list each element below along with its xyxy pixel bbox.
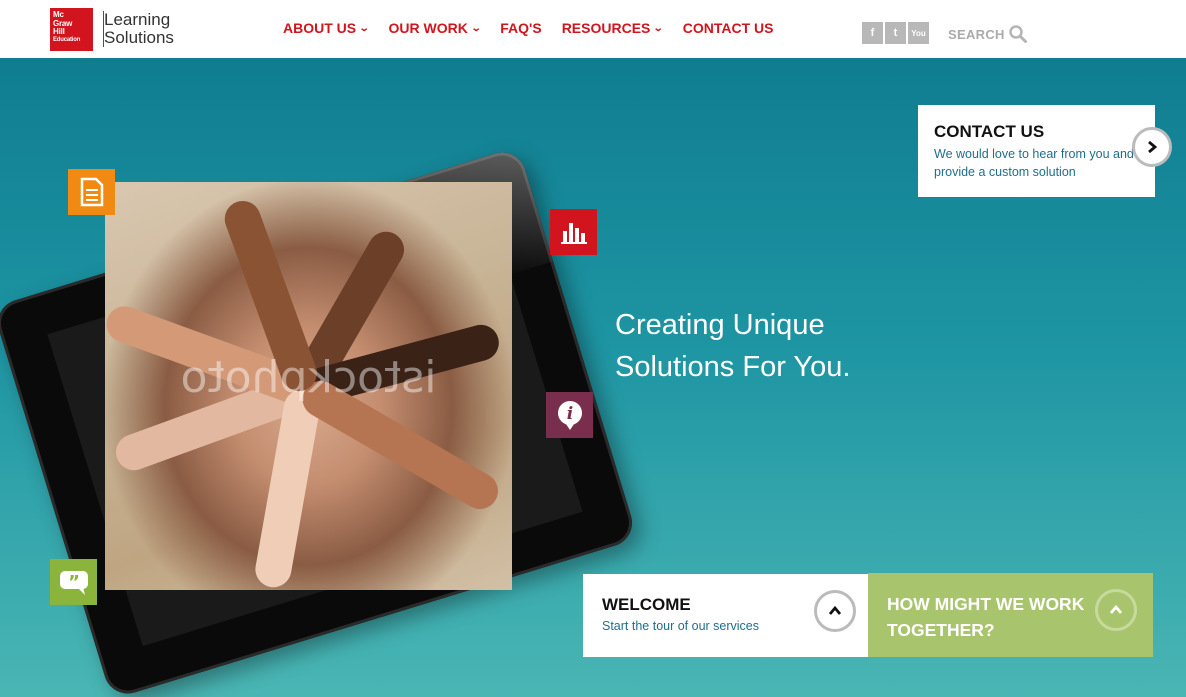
logo-text-line: Learning [104,10,171,29]
contact-us-card[interactable]: CONTACT US We would love to hear from yo… [918,105,1172,197]
youtube-icon[interactable]: You [908,22,929,44]
chevron-right-icon [1148,140,1158,154]
hero-headline-line2: Solutions For You. [615,351,851,383]
main-nav: ABOUT US ⌄ OUR WORK ⌄ FAQ'S RESOURCES ⌄ … [283,20,794,36]
how-card-title: HOW MIGHT WE WORK TOGETHER? [887,594,1085,640]
logo-mark-line: Hill [53,27,65,36]
nav-contact-us[interactable]: CONTACT US [683,20,774,36]
facebook-glyph: f [870,27,875,39]
chevron-up-icon [828,605,842,615]
info-icon[interactable]: i [546,392,593,438]
site-header: Mc Graw Hill Education Learning Solution… [0,0,1186,59]
mcgraw-hill-logo[interactable]: Mc Graw Hill Education [50,8,93,51]
logo-text[interactable]: Learning Solutions [103,11,174,47]
hero-section: istockphoto i ” Creating Unique Solution… [0,58,1186,697]
chevron-down-icon: ⌄ [470,22,482,34]
document-icon-glyph [80,177,103,207]
facebook-icon[interactable]: f [862,22,883,44]
bar-chart-icon[interactable] [550,209,597,255]
search-icon [1008,25,1027,43]
logo-mark-line: Education [53,36,81,43]
contact-card-title: CONTACT US [934,122,1045,141]
teamwork-hands-photo: istockphoto [101,182,512,591]
chevron-up-icon [1109,604,1123,614]
twitter-glyph: t [893,27,898,39]
nav-our-work[interactable]: OUR WORK ⌄ [388,20,482,36]
document-icon[interactable] [68,169,115,215]
quote-icon-glyph: ” [59,571,88,595]
nav-label: OUR WORK [388,20,468,36]
hero-headline-line1: Creating Unique [615,309,825,341]
svg-text:”: ” [68,572,80,593]
info-icon-glyph: i [557,401,582,430]
welcome-up-button[interactable] [814,590,856,632]
nav-label: CONTACT US [682,20,774,36]
hero-headline: Creating Unique Solutions For You. [615,304,850,388]
nav-faqs[interactable]: FAQ'S [500,20,541,36]
how-up-button[interactable] [1095,589,1137,631]
youtube-glyph: You [911,28,926,38]
chevron-down-icon: ⌄ [358,22,370,34]
social-links: f t You [862,22,929,44]
nav-about-us[interactable]: ABOUT US ⌄ [283,20,370,36]
svg-text:i: i [566,404,572,424]
search-label: SEARCH [948,26,1005,42]
quote-icon[interactable]: ” [50,559,97,605]
logo-text-line: Solutions [104,28,174,47]
twitter-icon[interactable]: t [885,22,906,44]
nav-label: FAQ'S [500,20,542,36]
chevron-down-icon: ⌄ [653,22,665,34]
search-button[interactable]: SEARCH [948,25,1027,43]
contact-card-description: We would love to hear from you and provi… [934,147,1134,179]
welcome-card-title: WELCOME [602,595,691,614]
welcome-card-description: Start the tour of our services [602,619,760,633]
nav-label: ABOUT US [283,20,357,36]
stock-watermark: istockphoto [180,352,437,403]
contact-arrow-button[interactable] [1132,127,1172,167]
nav-resources[interactable]: RESOURCES ⌄ [561,20,665,36]
how-might-we-work-together-card[interactable]: HOW MIGHT WE WORK TOGETHER? [868,573,1153,657]
welcome-card[interactable]: WELCOME Start the tour of our services [583,574,868,657]
nav-label: RESOURCES [561,20,651,36]
bar-chart-icon-glyph [560,223,587,244]
